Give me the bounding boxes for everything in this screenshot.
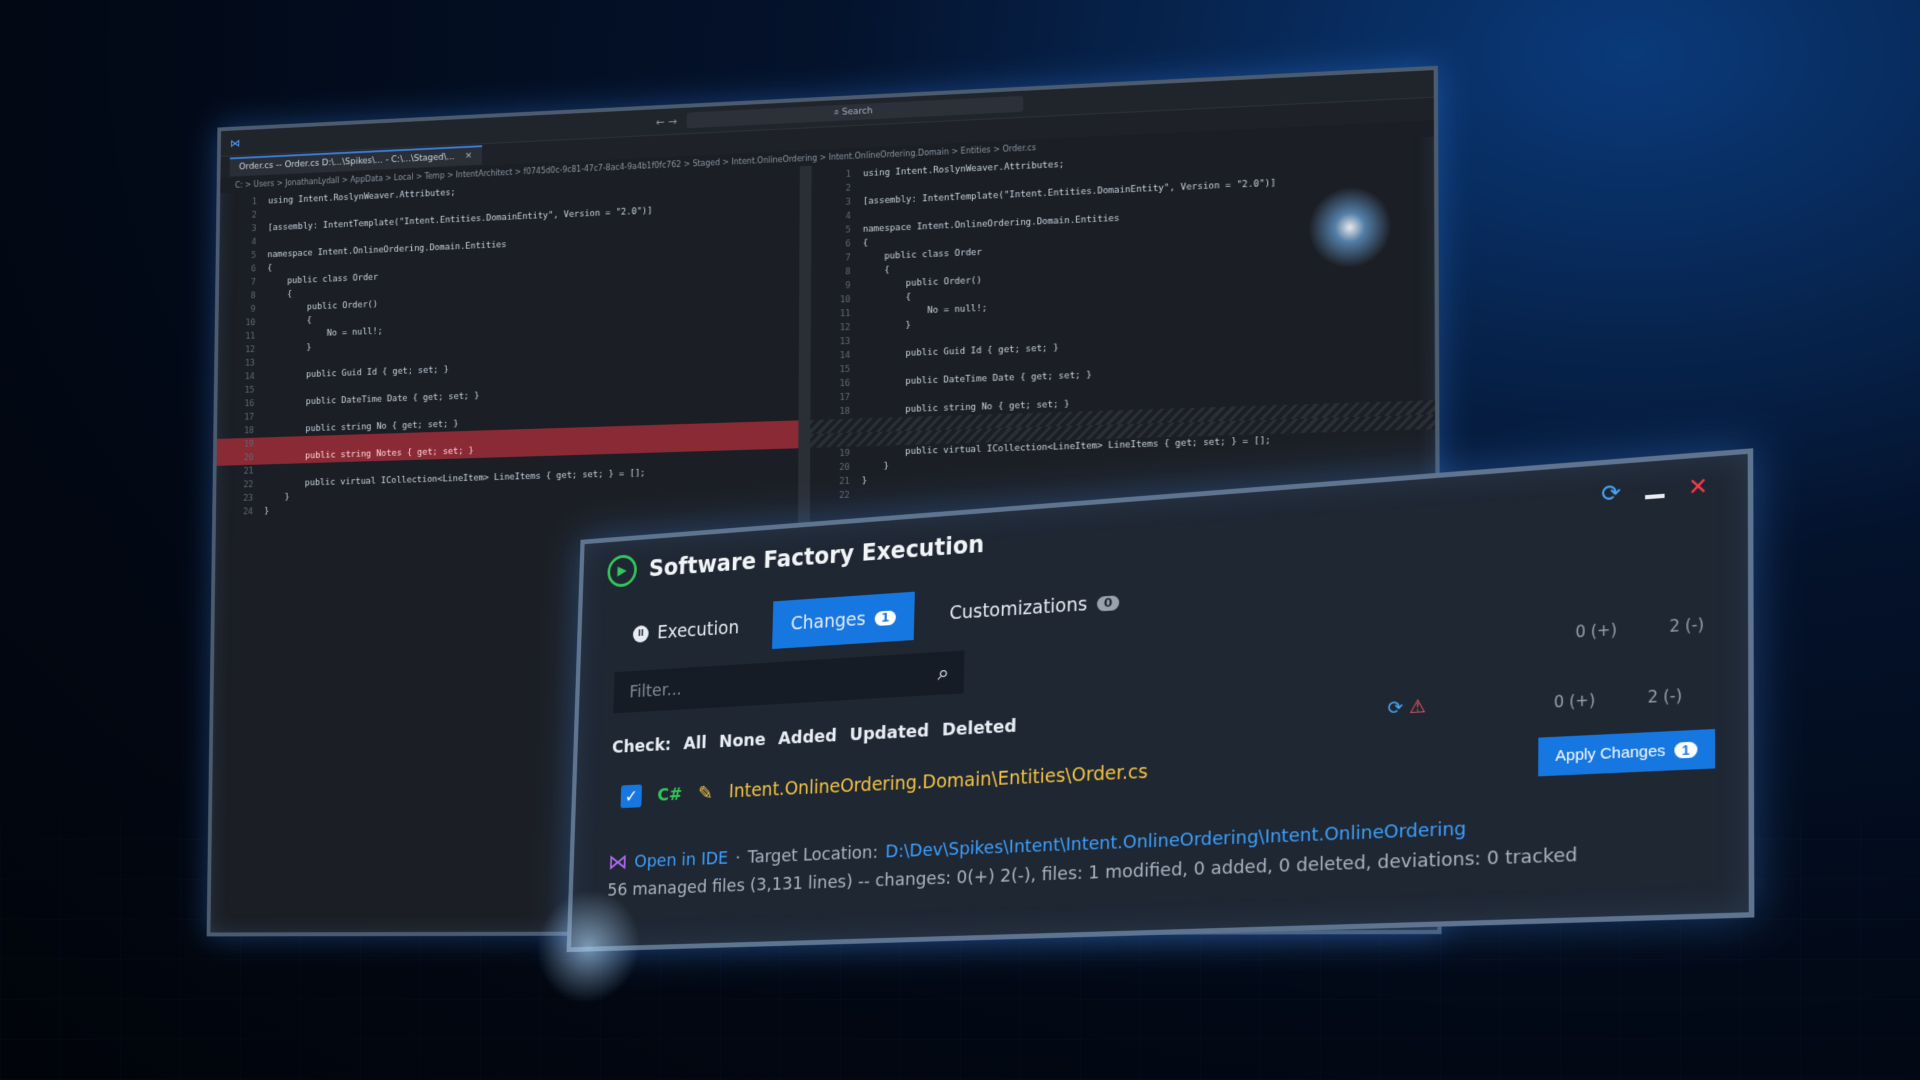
row-removed-count: 2 (-) (1647, 686, 1683, 707)
ide-tab-label: Order.cs -- Order.cs (238, 158, 320, 173)
line-number: 19 (839, 448, 850, 460)
window-controls: ⟳ ✕ (1601, 474, 1708, 508)
footer-separator: · (735, 847, 741, 869)
apply-changes-button[interactable]: Apply Changes 1 (1538, 728, 1716, 777)
tab-changes-label: Changes (790, 608, 866, 635)
filter-box[interactable]: ⌕ (613, 650, 965, 714)
row-added-count: 0 (+) (1553, 690, 1596, 712)
apply-changes-label: Apply Changes (1555, 742, 1666, 766)
pencil-icon: ✎ (697, 780, 714, 805)
target-location-label: Target Location: (747, 842, 879, 868)
line-number: 24 (242, 507, 254, 518)
refresh-icon[interactable]: ⟳ (1601, 480, 1621, 507)
line-number: 23 (243, 493, 254, 504)
check-updated-link[interactable]: Updated (849, 720, 929, 745)
open-in-ide-link[interactable]: Open in IDE (634, 848, 728, 872)
changes-count-badge: 1 (874, 609, 897, 626)
play-icon: ▶ (607, 553, 638, 588)
code-text: { (862, 265, 890, 277)
line-number: 22 (243, 480, 254, 491)
visual-studio-logo-icon: ⋈ (230, 136, 241, 150)
check-all-link[interactable]: All (683, 732, 707, 753)
line-number: 22 (838, 490, 850, 502)
ide-search-label: Search (841, 106, 873, 118)
line-number: 21 (839, 476, 850, 488)
code-text: } (264, 492, 290, 504)
refresh-icon[interactable]: ⟳ (1388, 697, 1404, 719)
total-added-count: 0 (+) (1575, 620, 1617, 642)
warning-icon: ⚠ (1409, 695, 1427, 719)
code-text: } (861, 461, 889, 473)
code-text: } (862, 320, 912, 333)
close-icon[interactable]: ✕ (465, 151, 472, 161)
total-removed-count: 2 (-) (1669, 615, 1704, 637)
check-added-link[interactable]: Added (778, 725, 837, 748)
code-text: { (266, 289, 293, 301)
tab-customizations-label: Customizations (949, 593, 1088, 625)
filter-input[interactable] (627, 664, 900, 703)
nav-arrows-icon[interactable]: ← → (656, 115, 677, 129)
code-text: { (267, 263, 273, 274)
check-none-link[interactable]: None (719, 729, 766, 752)
search-icon: ⌕ (834, 107, 842, 119)
line-number: 20 (839, 462, 850, 474)
panel-title: Software Factory Execution (648, 530, 985, 583)
code-text: } (264, 506, 270, 517)
minimize-icon[interactable] (1644, 493, 1665, 499)
panel-footer: ⋈ Open in IDE · Target Location: D:\Dev\… (607, 806, 1704, 900)
tab-execution-label: Execution (656, 617, 740, 644)
ide-tab-path: D:\...\Spikes\... - C:\...\Staged\... (321, 152, 455, 169)
code-text: { (862, 238, 869, 249)
close-icon[interactable]: ✕ (1688, 474, 1708, 502)
apply-count-badge: 1 (1674, 741, 1698, 759)
pause-icon: II (632, 625, 649, 643)
check-deleted-link[interactable]: Deleted (942, 715, 1017, 740)
search-icon[interactable]: ⌕ (937, 661, 949, 686)
row-status-icons: ⟳ ⚠ (1388, 696, 1427, 720)
code-text: } (266, 343, 312, 355)
code-text: } (861, 476, 868, 487)
file-checkbox[interactable]: ✓ (620, 784, 643, 809)
customizations-count-badge: 0 (1096, 594, 1120, 612)
line-number: 21 (243, 466, 254, 477)
check-label: Check: (611, 734, 672, 758)
csharp-icon: C# (657, 783, 683, 806)
file-path-link[interactable]: Intent.OnlineOrdering.Domain\Entities\Or… (729, 761, 1148, 802)
visual-studio-icon: ⋈ (607, 850, 628, 875)
